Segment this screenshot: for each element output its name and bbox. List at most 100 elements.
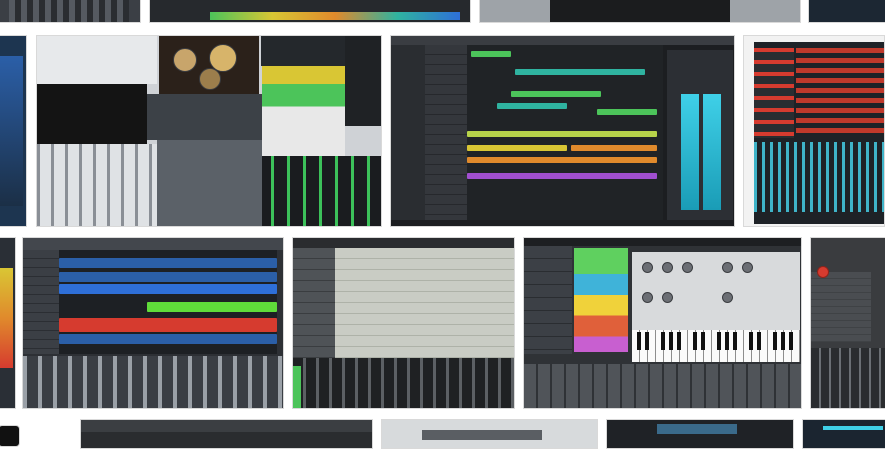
clip xyxy=(497,103,567,109)
synth-plugin xyxy=(632,252,800,362)
black-key xyxy=(781,332,785,350)
result-thumbnail-top-1[interactable] xyxy=(0,0,141,23)
knob-icon xyxy=(682,262,693,273)
cubase-edge-preview xyxy=(0,56,23,206)
track-list xyxy=(23,250,59,354)
black-key xyxy=(717,332,721,350)
black-key xyxy=(773,332,777,350)
clip xyxy=(467,145,567,151)
toolbar xyxy=(391,36,734,45)
meter-panel xyxy=(667,50,733,220)
result-thumbnail-collage[interactable] xyxy=(36,35,382,227)
mixer-strip-preview xyxy=(9,0,129,22)
knob-icon xyxy=(722,292,733,303)
colorful-arrange xyxy=(262,66,345,156)
clip xyxy=(467,157,657,163)
track-list xyxy=(754,48,794,138)
cyan-accent xyxy=(823,426,883,430)
mixer-section xyxy=(23,356,283,408)
transport-bar xyxy=(81,420,372,432)
drum-icon xyxy=(173,48,197,72)
level-meter-left xyxy=(681,94,699,210)
clip xyxy=(59,258,277,268)
clip xyxy=(59,318,277,332)
plugin-window xyxy=(37,36,157,84)
result-thumbnail-bottom-1[interactable] xyxy=(0,425,20,447)
result-thumbnail-arrange[interactable] xyxy=(390,35,735,227)
clip xyxy=(59,284,277,294)
inspector xyxy=(391,45,425,220)
piano-keyboard xyxy=(632,330,800,362)
black-key xyxy=(645,332,649,350)
arrange-area xyxy=(59,250,277,354)
transport-bar xyxy=(210,12,460,20)
result-thumbnail-top-2[interactable] xyxy=(149,0,471,23)
black-key xyxy=(637,332,641,350)
black-key xyxy=(789,332,793,350)
context-menu xyxy=(811,272,871,342)
track-list xyxy=(293,248,335,358)
clip xyxy=(467,173,657,179)
amp-plugin xyxy=(37,84,147,144)
black-key xyxy=(677,332,681,350)
result-thumbnail-editor-mixer[interactable] xyxy=(292,237,515,409)
clip-grid xyxy=(574,248,628,352)
black-key xyxy=(725,332,729,350)
track-list xyxy=(425,45,467,220)
track-list xyxy=(524,246,572,354)
mixer-window xyxy=(345,36,381,126)
keyboard-plugin xyxy=(261,36,345,66)
clip xyxy=(147,302,277,312)
color-strip xyxy=(0,268,13,368)
result-thumbnail-partial-left-2[interactable] xyxy=(0,237,16,409)
black-key xyxy=(669,332,673,350)
result-thumbnail-menu[interactable] xyxy=(810,237,885,409)
toolbar xyxy=(293,238,514,248)
black-key xyxy=(749,332,753,350)
black-key xyxy=(701,332,705,350)
result-thumbnail-arrange-mixer[interactable] xyxy=(743,35,885,227)
eq-plugin xyxy=(147,94,262,140)
toolbar xyxy=(422,430,542,440)
black-key xyxy=(661,332,665,350)
rack-preview xyxy=(550,0,730,22)
browser-window xyxy=(157,140,262,226)
knob-icon xyxy=(722,262,733,273)
clip xyxy=(511,91,601,97)
result-thumbnail-bottom-3[interactable] xyxy=(381,419,598,449)
clip xyxy=(471,51,511,57)
black-key xyxy=(757,332,761,350)
clip xyxy=(571,145,657,151)
result-thumbnail-studio-one[interactable] xyxy=(22,237,284,409)
green-mixer xyxy=(262,156,381,226)
result-thumbnail-top-3[interactable] xyxy=(479,0,801,23)
knob-icon xyxy=(662,262,673,273)
black-key xyxy=(733,332,737,350)
clip xyxy=(59,334,277,344)
clip xyxy=(515,69,645,75)
result-thumbnail-partial-left[interactable] xyxy=(0,35,27,227)
toolbar xyxy=(524,238,801,246)
toolbar xyxy=(23,238,283,250)
mixer-faders xyxy=(37,144,157,226)
arrange-area xyxy=(335,248,514,358)
result-thumbnail-synth[interactable] xyxy=(523,237,802,409)
knob-icon xyxy=(642,262,653,273)
result-thumbnail-top-4[interactable] xyxy=(808,0,885,23)
level-meter-right xyxy=(703,94,721,210)
drum-icon xyxy=(199,68,221,90)
synth-header xyxy=(657,424,737,434)
daw-window xyxy=(754,42,884,224)
arrange-area xyxy=(796,48,884,138)
knob-icon xyxy=(642,292,653,303)
mixer-section xyxy=(293,358,514,408)
result-thumbnail-bottom-2[interactable] xyxy=(80,419,373,449)
black-key xyxy=(693,332,697,350)
knob-icon xyxy=(742,262,753,273)
result-thumbnail-bottom-5[interactable] xyxy=(802,419,885,449)
mixer-section xyxy=(754,142,884,212)
clip xyxy=(597,109,657,115)
arrange-area xyxy=(467,45,663,220)
record-icon xyxy=(817,266,829,278)
result-thumbnail-bottom-4[interactable] xyxy=(606,419,794,449)
